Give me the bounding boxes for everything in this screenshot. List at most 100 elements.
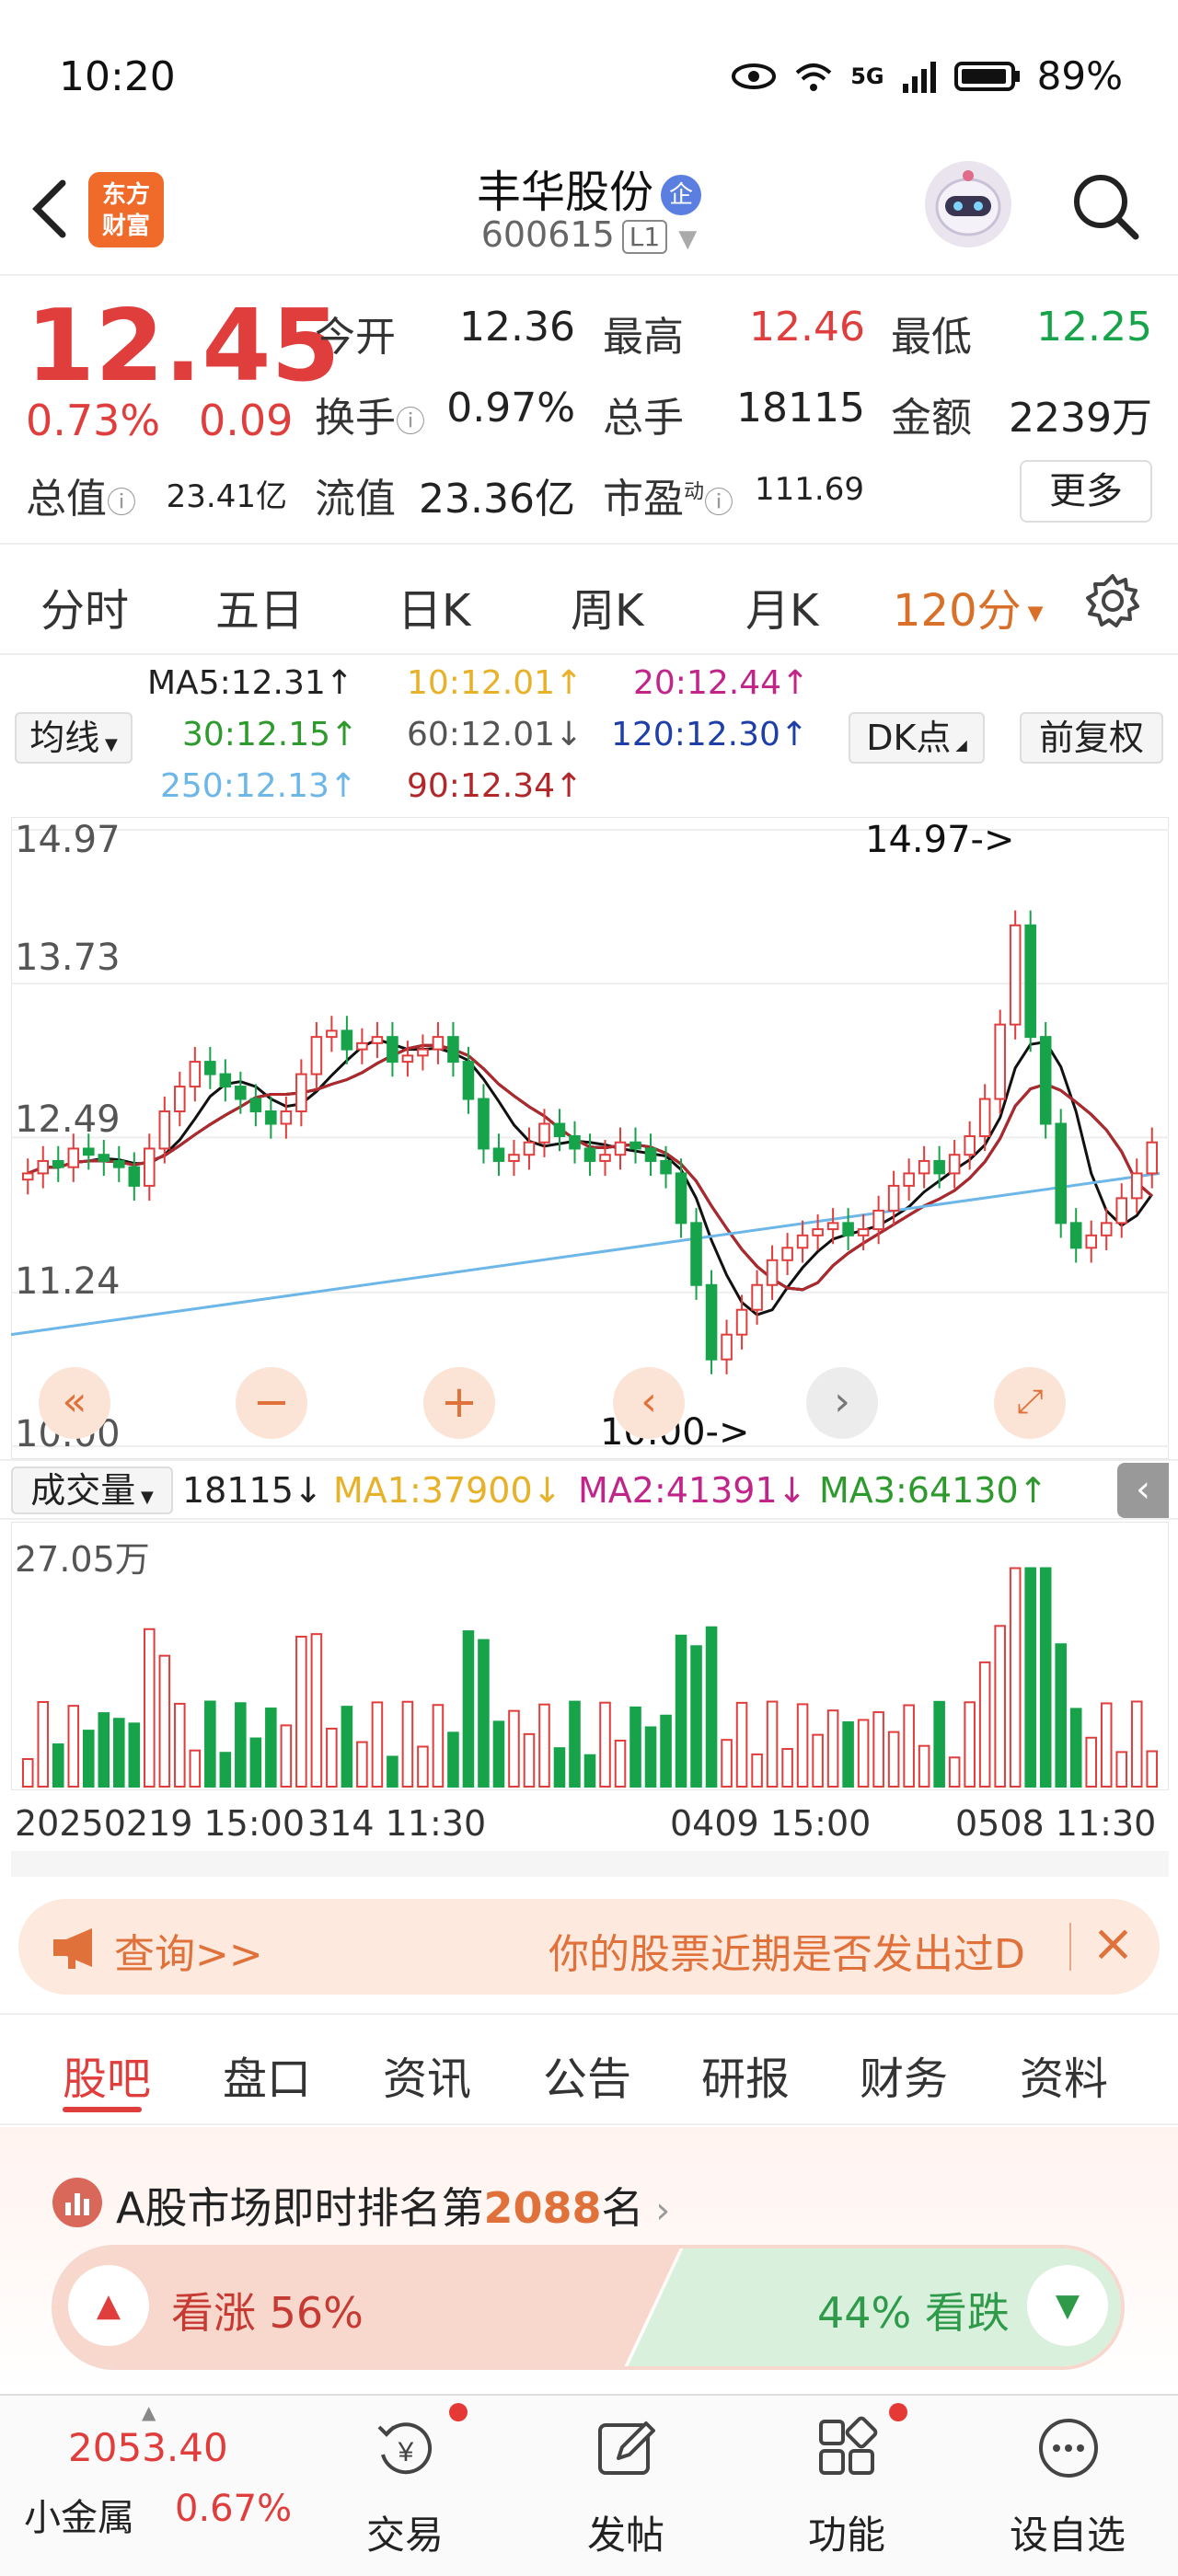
nav-add-watchlist[interactable]: 设自选 xyxy=(985,2396,1150,2576)
volume-ma3: MA3:64130↑ xyxy=(819,1470,1048,1511)
scroll-left-button[interactable]: ‹ xyxy=(613,1367,685,1439)
vote-down-button[interactable]: ▼ xyxy=(1027,2265,1108,2346)
volume-bar xyxy=(1039,1567,1052,1788)
tab-pankou[interactable]: 盘口 xyxy=(223,2042,311,2107)
candle xyxy=(82,1147,95,1156)
volume-bar xyxy=(1069,1708,1082,1788)
scroll-start-button[interactable]: « xyxy=(39,1367,110,1439)
tab-announcements[interactable]: 公告 xyxy=(543,2042,631,2107)
tab-five-day[interactable]: 五日 xyxy=(215,574,304,638)
volume-bar xyxy=(21,1758,34,1788)
candle xyxy=(432,1036,445,1051)
volume-indicator-select[interactable]: 成交量 ▼ xyxy=(11,1466,173,1514)
tab-120-minute[interactable]: 120分 ▼ xyxy=(893,574,1044,638)
volume-bar xyxy=(599,1701,611,1788)
volume-bar xyxy=(1024,1567,1036,1788)
tab-news[interactable]: 资讯 xyxy=(383,2042,471,2107)
megaphone-icon xyxy=(53,1928,92,1969)
volume-bar xyxy=(1130,1700,1143,1788)
nav-functions[interactable]: 功能 xyxy=(764,2396,930,2576)
collapse-panel-button[interactable]: ‹ xyxy=(1117,1463,1169,1518)
scroll-right-button[interactable]: › xyxy=(806,1367,878,1439)
volume-bar xyxy=(796,1703,809,1788)
more-button[interactable]: 更多 xyxy=(1020,460,1152,523)
volume-bar xyxy=(735,1701,748,1788)
network-label: 5G xyxy=(850,63,884,89)
candle xyxy=(144,1147,156,1187)
float-value-label: 流值 xyxy=(315,476,396,523)
pe-label: 市盈动ⓘ xyxy=(603,476,734,523)
tab-guba[interactable]: 股吧 xyxy=(63,2042,151,2107)
ma20-label: 20:12.44↑ xyxy=(633,664,810,702)
candle xyxy=(158,1110,171,1150)
candle xyxy=(629,1141,641,1150)
volume-bar xyxy=(660,1714,672,1788)
candle xyxy=(387,1036,398,1064)
chart-settings-button[interactable] xyxy=(1084,572,1141,629)
open-label: 今开 xyxy=(315,314,396,361)
fullscreen-button[interactable]: ⤢ xyxy=(994,1367,1066,1439)
volume-bar xyxy=(1009,1567,1022,1788)
volume-bar xyxy=(295,1635,307,1788)
candle xyxy=(189,1061,202,1088)
volume-chart[interactable] xyxy=(11,1522,1169,1790)
candle xyxy=(964,1134,976,1156)
tab-intraday[interactable]: 分时 xyxy=(40,574,129,638)
ma-select[interactable]: 均线 ▼ xyxy=(15,712,133,764)
tab-daily-k[interactable]: 日K xyxy=(398,574,470,638)
status-time: 10:20 xyxy=(59,53,176,100)
caret-down-icon: ▼ xyxy=(678,225,698,253)
adjust-mode-button[interactable]: 前复权 xyxy=(1020,712,1163,764)
volume-bar xyxy=(842,1721,854,1788)
candle xyxy=(462,1061,475,1100)
candle xyxy=(569,1134,581,1150)
x-axis-label-1: 20250219 15:00 xyxy=(15,1803,306,1844)
candle xyxy=(538,1122,550,1144)
vote-up-button[interactable]: ▲ xyxy=(68,2265,149,2346)
volume-bar xyxy=(614,1739,627,1788)
dk-point-button[interactable]: DK点 ◢ xyxy=(849,712,985,764)
tab-profile[interactable]: 资料 xyxy=(1020,2042,1108,2107)
level-badge: L1 xyxy=(621,220,668,254)
volume-bar xyxy=(857,1719,870,1788)
volume-bar xyxy=(82,1730,95,1788)
banner-query-link[interactable]: 查询>> xyxy=(114,1921,263,1980)
active-tab-indicator xyxy=(63,2107,142,2112)
tab-monthly-k[interactable]: 月K xyxy=(745,574,818,638)
svg-text:¥: ¥ xyxy=(398,2437,414,2467)
volume-bar xyxy=(781,1747,793,1788)
volume-bar xyxy=(174,1702,186,1788)
sentiment-vote: ▲ 看涨 56% 44% 看跌 ▼ xyxy=(52,2245,1125,2370)
volume-bar xyxy=(235,1702,247,1788)
market-rank[interactable]: A股市场即时排名第2088名 › xyxy=(116,2175,670,2236)
candle xyxy=(1069,1222,1082,1249)
ma30-label: 30:12.15↑ xyxy=(182,716,359,753)
robot-avatar[interactable] xyxy=(925,161,1011,247)
minus-icon: − xyxy=(252,1376,291,1428)
search-button[interactable] xyxy=(1068,168,1141,242)
ma5-label: MA5:12.31↑ xyxy=(147,664,353,702)
tab-weekly-k[interactable]: 周K xyxy=(571,574,643,638)
banner-close-button[interactable]: × xyxy=(1091,1914,1135,1973)
index-ticker[interactable]: ▲ 2053.40 小金属 0.67% xyxy=(0,2396,313,2576)
plus-icon: + xyxy=(440,1376,479,1428)
candle xyxy=(872,1209,884,1231)
kline-chart[interactable] xyxy=(11,817,1169,1459)
expand-icon: ⤢ xyxy=(1016,1383,1044,1420)
tab-finance[interactable]: 财务 xyxy=(860,2042,948,2107)
nav-post[interactable]: 发帖 xyxy=(543,2396,709,2576)
more-dots-icon xyxy=(1039,2419,1098,2478)
promo-banner[interactable]: 查询>> 你的股票近期是否发出过D × xyxy=(18,1899,1160,1995)
tab-research[interactable]: 研报 xyxy=(701,2042,790,2107)
candle xyxy=(735,1308,748,1336)
nav-trade[interactable]: ¥ 交易 xyxy=(322,2396,488,2576)
float-value: 23.36亿 xyxy=(419,476,575,523)
zoom-in-button[interactable]: + xyxy=(423,1367,495,1439)
status-icons: 5G 89% xyxy=(731,53,1123,98)
close-icon: × xyxy=(1091,1914,1135,1973)
candle xyxy=(310,1036,323,1075)
stock-name: 丰华股份 xyxy=(476,167,653,218)
zoom-out-button[interactable]: − xyxy=(236,1367,307,1439)
candle xyxy=(523,1141,536,1156)
notification-dot xyxy=(449,2403,468,2421)
